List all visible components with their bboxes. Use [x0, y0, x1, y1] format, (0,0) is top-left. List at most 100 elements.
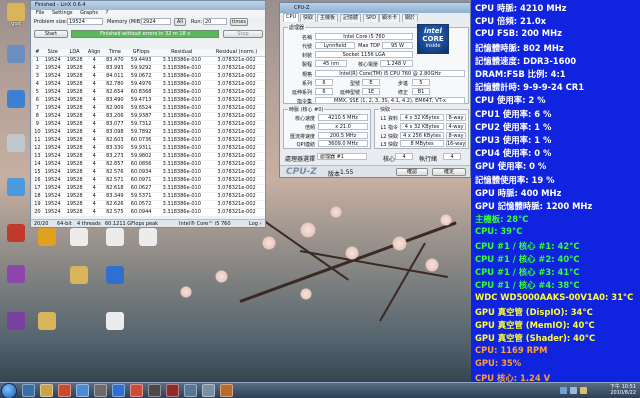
desktop-icon[interactable]	[102, 266, 128, 284]
table-cell: 19524	[41, 136, 64, 145]
tab-memory[interactable]: 記憶體	[340, 14, 362, 22]
tray-icon[interactable]	[580, 387, 587, 394]
table-row[interactable]: 4 19524 19528 4 82.780 59.4976 3.318386e-010 3.…	[33, 80, 265, 89]
all-button[interactable]: All	[174, 18, 186, 26]
desktop-icon[interactable]	[102, 312, 128, 330]
desktop-icon[interactable]	[135, 228, 161, 246]
linx-task-icon[interactable]	[184, 384, 197, 397]
cache-group-label: 快取	[379, 106, 392, 113]
network-tray-icon[interactable]	[560, 387, 567, 394]
desktop-icon[interactable]	[3, 178, 29, 196]
desktop-icon[interactable]	[3, 224, 29, 242]
column-header[interactable]: GFlops	[126, 49, 156, 57]
app-icon[interactable]	[130, 384, 143, 397]
menu-help[interactable]: ?	[106, 10, 109, 16]
desktop-icon[interactable]	[3, 134, 29, 152]
app-icon[interactable]	[148, 384, 161, 397]
window-title[interactable]: CPU-Z	[280, 3, 470, 13]
problem-size-input[interactable]: 19524	[67, 18, 103, 25]
table-row[interactable]: 17 19524 19528 4 82.618 60.0627 3.318386e-010 3…	[33, 184, 265, 193]
status-peak: 60.1211 GFlops peak	[105, 221, 159, 227]
validate-button[interactable]: 確認	[396, 168, 428, 176]
clock[interactable]: 下午 10:51 2010/8/22	[610, 384, 636, 396]
table-row[interactable]: 7 19524 19528 4 82.909 59.6524 3.318386e-010 3.…	[33, 104, 265, 113]
revision-label: 修正	[397, 90, 408, 96]
log-button[interactable]: Log ›	[249, 220, 262, 228]
column-header[interactable]: Residual (norm.)	[208, 49, 265, 57]
desktop-icon[interactable]	[34, 312, 60, 330]
volume-tray-icon[interactable]	[570, 387, 577, 394]
times-dropdown[interactable]: times	[230, 18, 248, 26]
menu-settings[interactable]: Settings	[52, 10, 73, 16]
media-icon[interactable]	[112, 384, 125, 397]
column-header[interactable]: Time	[102, 49, 127, 57]
table-cell: 17	[33, 184, 42, 193]
table-row[interactable]: 16 19524 19528 4 82.571 60.0971 3.318386e-010 3…	[33, 176, 265, 185]
table-row[interactable]: 12 19524 19528 4 83.330 59.9311 3.318386e-010 3…	[33, 144, 265, 153]
table-cell: 4	[85, 184, 103, 193]
table-row[interactable]: 13 19524 19528 4 83.273 59.9802 3.318386e-010 3…	[33, 152, 265, 161]
table-row[interactable]: 5 19524 19528 4 82.654 60.8368 3.318386e-010 3.…	[33, 88, 265, 97]
column-header[interactable]: Align	[85, 49, 103, 57]
app-icon[interactable]	[76, 384, 89, 397]
app-icon[interactable]	[58, 384, 71, 397]
desktop-icon[interactable]	[102, 228, 128, 246]
menu-file[interactable]: File	[36, 10, 44, 16]
cpuz-task-icon[interactable]	[202, 384, 215, 397]
desktop-icon[interactable]	[66, 228, 92, 246]
ok-button[interactable]: 確定	[432, 168, 466, 176]
run-count-input[interactable]: 20	[203, 18, 227, 25]
multiplier-value: x 21.0	[318, 123, 368, 130]
app-icon[interactable]	[94, 384, 107, 397]
window-title[interactable]: Finished - LinX 0.6.4	[31, 1, 265, 10]
memory-input[interactable]: 2924	[141, 18, 171, 25]
table-row[interactable]: 2 19524 19528 4 83.993 59.9292 3.318386e-010 3.…	[33, 64, 265, 73]
table-row[interactable]: 15 19524 19528 4 82.576 60.0934 3.318386e-010 3…	[33, 168, 265, 177]
table-cell: 83.470	[102, 56, 127, 65]
menu-graphs[interactable]: Graphs	[80, 10, 98, 16]
column-header[interactable]: #	[33, 49, 42, 57]
table-row[interactable]: 19 19524 19528 4 82.626 60.0572 3.318386e-010 3…	[33, 200, 265, 209]
start-button[interactable]: Start	[34, 30, 68, 38]
osd-line: 記憶體時脈: 802 MHz	[475, 42, 564, 53]
table-row[interactable]: 1 19524 19528 4 83.470 59.4493 3.318386e-010 3.…	[33, 56, 265, 65]
table-row[interactable]: 18 19524 19528 4 83.349 59.5371 3.318386e-010 3…	[33, 192, 265, 201]
tab-about[interactable]: 關於	[402, 14, 419, 22]
column-header[interactable]: Residual	[155, 49, 209, 57]
tab-spd[interactable]: SPD	[363, 14, 380, 22]
desktop-icon[interactable]	[3, 45, 29, 63]
stop-button[interactable]: Stop	[223, 30, 263, 38]
table-cell: 19524	[41, 200, 64, 209]
table-row[interactable]: 20 19524 19528 4 82.575 60.0944 3.318386e-010 3…	[33, 208, 265, 217]
table-row[interactable]: 10 19524 19528 4 83.098 59.7892 3.318386e-010 3…	[33, 128, 265, 137]
column-header[interactable]: LDA	[63, 49, 86, 57]
app-icon[interactable]	[220, 384, 233, 397]
table-row[interactable]: 11 19524 19528 4 82.603 60.0736 3.318386e-010 3…	[33, 136, 265, 145]
table-row[interactable]: 3 19524 19528 4 84.011 59.0672 3.318386e-010 3.…	[33, 72, 265, 81]
processor-selection-dropdown[interactable]: 處理器 #1	[317, 153, 367, 160]
cpuz-window: CPU-Z CPU 快取 主機板 記憶體 SPD 顯示卡 關於 處理器 名稱 I…	[279, 2, 471, 178]
table-row[interactable]: 14 19524 19528 4 82.857 60.0856 3.318386e-010 3…	[33, 160, 265, 169]
tab-graphics[interactable]: 顯示卡	[379, 14, 401, 22]
explorer-icon[interactable]	[40, 384, 53, 397]
tab-cache[interactable]: 快取	[300, 14, 317, 22]
tab-mainboard[interactable]: 主機板	[317, 14, 339, 22]
desktop-icon[interactable]: god	[3, 3, 29, 27]
desktop-icon[interactable]	[66, 266, 92, 284]
osd-line: CPU 倍頻: 21.0x	[475, 16, 547, 27]
app-icon[interactable]	[166, 384, 179, 397]
tab-cpu[interactable]: CPU	[283, 13, 300, 22]
selection-row: 處理器選擇 處理器 #1 核心 4 執行緒 4	[283, 153, 469, 163]
desktop-icon[interactable]	[34, 228, 60, 246]
desktop-icon[interactable]	[3, 265, 29, 283]
start-button[interactable]	[1, 383, 17, 398]
ie-icon[interactable]	[22, 384, 35, 397]
column-header[interactable]: Size	[41, 49, 64, 57]
desktop-icon[interactable]	[3, 90, 29, 108]
table-row[interactable]: 9 19524 19528 4 83.077 59.7312 3.318386e-010 3.…	[33, 120, 265, 129]
osd-line: CPU #1 / 核心 #1: 42°C	[475, 240, 580, 251]
table-cell: 19524	[41, 160, 64, 169]
table-row[interactable]: 6 19524 19528 4 83.490 59.4713 3.318386e-010 3.…	[33, 96, 265, 105]
desktop-icon[interactable]	[3, 312, 29, 330]
table-row[interactable]: 8 19524 19528 4 83.206 59.9387 3.318386e-010 3.…	[33, 112, 265, 121]
